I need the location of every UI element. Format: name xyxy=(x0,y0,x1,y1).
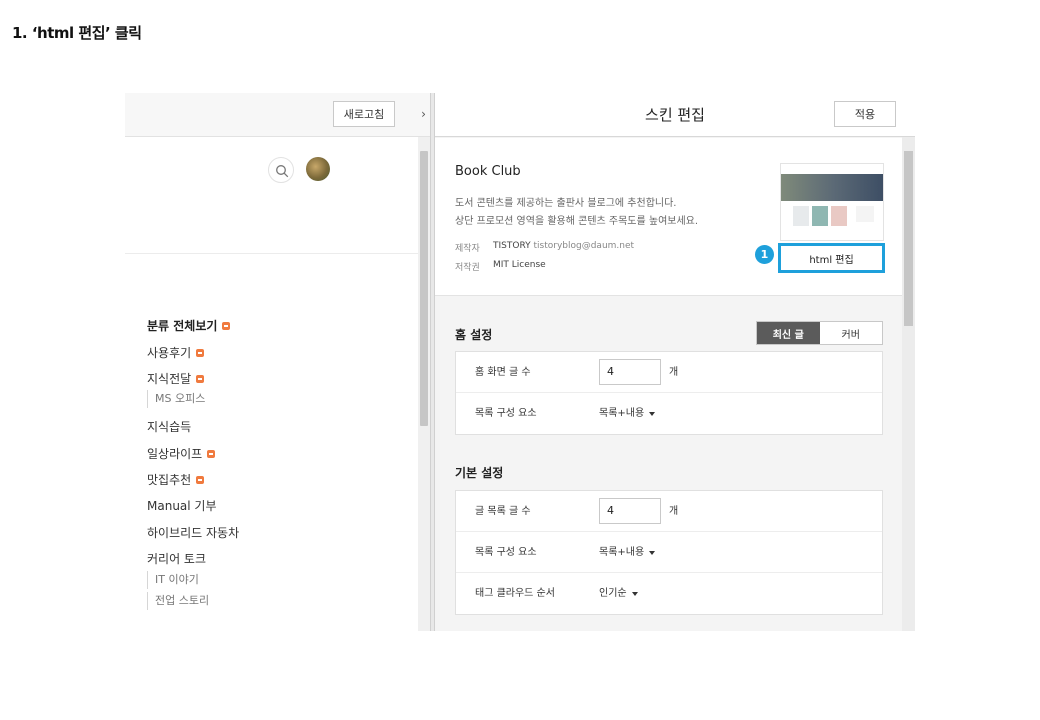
category-label: 하이브리드 자동차 xyxy=(147,526,240,540)
refresh-button[interactable]: 새로고침 xyxy=(333,101,395,127)
divider xyxy=(125,253,418,254)
skin-description-line-1: 도서 콘텐츠를 제공하는 출판사 블로그에 추천합니다. xyxy=(455,198,677,209)
home-settings-card: 홈 화면 글 수 4 개 목록 구성 요소 목록+내용 xyxy=(455,351,883,435)
license-value: MIT License xyxy=(493,260,546,270)
list-posts-label: 글 목록 글 수 xyxy=(475,506,531,517)
new-badge-icon xyxy=(196,374,205,383)
category-label: IT 이야기 xyxy=(155,573,199,586)
category-label: MS 오피스 xyxy=(155,392,206,405)
category-label: 일상라이프 xyxy=(147,447,203,461)
home-posts-unit: 개 xyxy=(669,367,679,378)
skin-description-line-2: 상단 프로모션 영역을 활용해 콘텐츠 주목도를 높여보세요. xyxy=(455,216,699,227)
caret-down-icon xyxy=(649,411,656,416)
step-number-badge: 1 xyxy=(755,245,774,264)
list-posts-input[interactable]: 4 xyxy=(599,498,661,524)
category-item[interactable]: 일상라이프 xyxy=(147,445,216,462)
thumbnail-header xyxy=(781,164,883,174)
basic-list-label: 목록 구성 요소 xyxy=(475,547,537,558)
maker-email: tistoryblog@daum.net xyxy=(533,241,635,251)
category-item[interactable]: 하이브리드 자동차 xyxy=(147,524,239,541)
new-badge-icon xyxy=(222,321,231,330)
settings-row: 태그 클라우드 순서 인기순 xyxy=(456,573,882,614)
collapse-chevron-icon[interactable]: › xyxy=(417,101,430,127)
thumbnail-tile xyxy=(856,206,874,222)
sub-category-item[interactable]: MS 오피스 xyxy=(147,390,205,408)
category-label: 커리어 토크 xyxy=(147,552,207,566)
new-badge-icon xyxy=(196,348,205,357)
category-item[interactable]: 지식전달 xyxy=(147,370,205,387)
basic-settings-card: 글 목록 글 수 4 개 목록 구성 요소 목록+내용 태그 클라우드 순서 인… xyxy=(455,490,883,615)
thumbnail-tile xyxy=(812,206,828,226)
home-list-label: 목록 구성 요소 xyxy=(475,408,537,419)
settings-header: 스킨 편집 적용 xyxy=(435,93,915,137)
category-item[interactable]: 커리어 토크 xyxy=(147,550,206,567)
thumbnail-tile xyxy=(793,206,809,226)
category-label: 지식전달 xyxy=(147,372,192,386)
search-icon xyxy=(276,165,289,178)
category-item[interactable]: 지식습득 xyxy=(147,418,191,435)
home-list-value: 목록+내용 xyxy=(599,408,645,419)
blog-preview-panel: 새로고침 › 분류 전체보기사용후기지식전달 MS 오피스지식습득일상라이프맛집추… xyxy=(125,93,430,631)
settings-row: 목록 구성 요소 목록+내용 xyxy=(456,393,882,434)
maker-value: TISTORY tistoryblog@daum.net xyxy=(493,241,634,251)
skin-info-box: Book Club 도서 콘텐츠를 제공하는 출판사 블로그에 추천합니다. 상… xyxy=(435,138,902,296)
html-edit-button[interactable]: html 편집 xyxy=(778,243,885,273)
basic-list-select[interactable]: 목록+내용 xyxy=(599,532,656,573)
home-type-toggle: 최신 글 커버 xyxy=(756,321,883,345)
category-label: 맛집추천 xyxy=(147,473,192,487)
basic-settings-title: 기본 설정 xyxy=(455,466,504,480)
home-posts-input[interactable]: 4 xyxy=(599,359,661,385)
sub-category-item[interactable]: 전업 스토리 xyxy=(147,592,209,610)
thumbnail-hero xyxy=(781,174,883,201)
new-badge-icon xyxy=(196,475,205,484)
category-item[interactable]: 분류 전체보기 xyxy=(147,317,231,334)
skin-editor-frame: 새로고침 › 분류 전체보기사용후기지식전달 MS 오피스지식습득일상라이프맛집추… xyxy=(125,93,915,631)
category-label: 지식습득 xyxy=(147,420,192,434)
tag-order-value: 인기순 xyxy=(599,588,627,599)
home-list-select[interactable]: 목록+내용 xyxy=(599,393,656,434)
toggle-cover[interactable]: 커버 xyxy=(820,322,883,344)
avatar[interactable] xyxy=(306,157,330,181)
search-button[interactable] xyxy=(268,157,294,183)
skin-settings-panel: 스킨 편집 적용 Book Club 도서 콘텐츠를 제공하는 출판사 블로그에… xyxy=(435,93,915,631)
settings-row: 홈 화면 글 수 4 개 xyxy=(456,352,882,393)
list-posts-unit: 개 xyxy=(669,506,679,517)
thumbnail-tile xyxy=(831,206,847,226)
caret-down-icon xyxy=(631,591,638,596)
category-item[interactable]: Manual 기부 xyxy=(147,497,217,514)
preview-scrollbar-thumb[interactable] xyxy=(420,151,428,426)
apply-button[interactable]: 적용 xyxy=(834,101,896,127)
basic-list-value: 목록+내용 xyxy=(599,547,645,558)
preview-toolbar: 새로고침 xyxy=(125,93,430,137)
tag-order-label: 태그 클라우드 순서 xyxy=(475,588,555,599)
new-badge-icon xyxy=(207,449,216,458)
home-posts-label: 홈 화면 글 수 xyxy=(475,367,531,378)
skin-thumbnail xyxy=(780,163,884,241)
settings-row: 목록 구성 요소 목록+내용 xyxy=(456,532,882,573)
maker-label: 제작자 xyxy=(455,244,480,254)
maker-name: TISTORY xyxy=(493,241,531,251)
category-label: 분류 전체보기 xyxy=(147,319,218,333)
license-label: 저작권 xyxy=(455,263,480,273)
sub-category-item[interactable]: IT 이야기 xyxy=(147,571,199,589)
category-item[interactable]: 맛집추천 xyxy=(147,471,205,488)
settings-scrollbar-thumb[interactable] xyxy=(904,151,913,326)
home-settings-title: 홈 설정 xyxy=(455,328,493,342)
category-label: 사용후기 xyxy=(147,346,192,360)
category-item[interactable]: 사용후기 xyxy=(147,344,205,361)
settings-row: 글 목록 글 수 4 개 xyxy=(456,491,882,532)
category-label: Manual 기부 xyxy=(147,499,217,513)
skin-name: Book Club xyxy=(455,164,521,179)
toggle-latest-posts[interactable]: 최신 글 xyxy=(757,322,820,344)
step-title: 1. ‘html 편집’ 클릭 xyxy=(12,24,142,42)
caret-down-icon xyxy=(649,550,656,555)
tag-order-select[interactable]: 인기순 xyxy=(599,573,638,614)
category-label: 전업 스토리 xyxy=(155,594,210,607)
